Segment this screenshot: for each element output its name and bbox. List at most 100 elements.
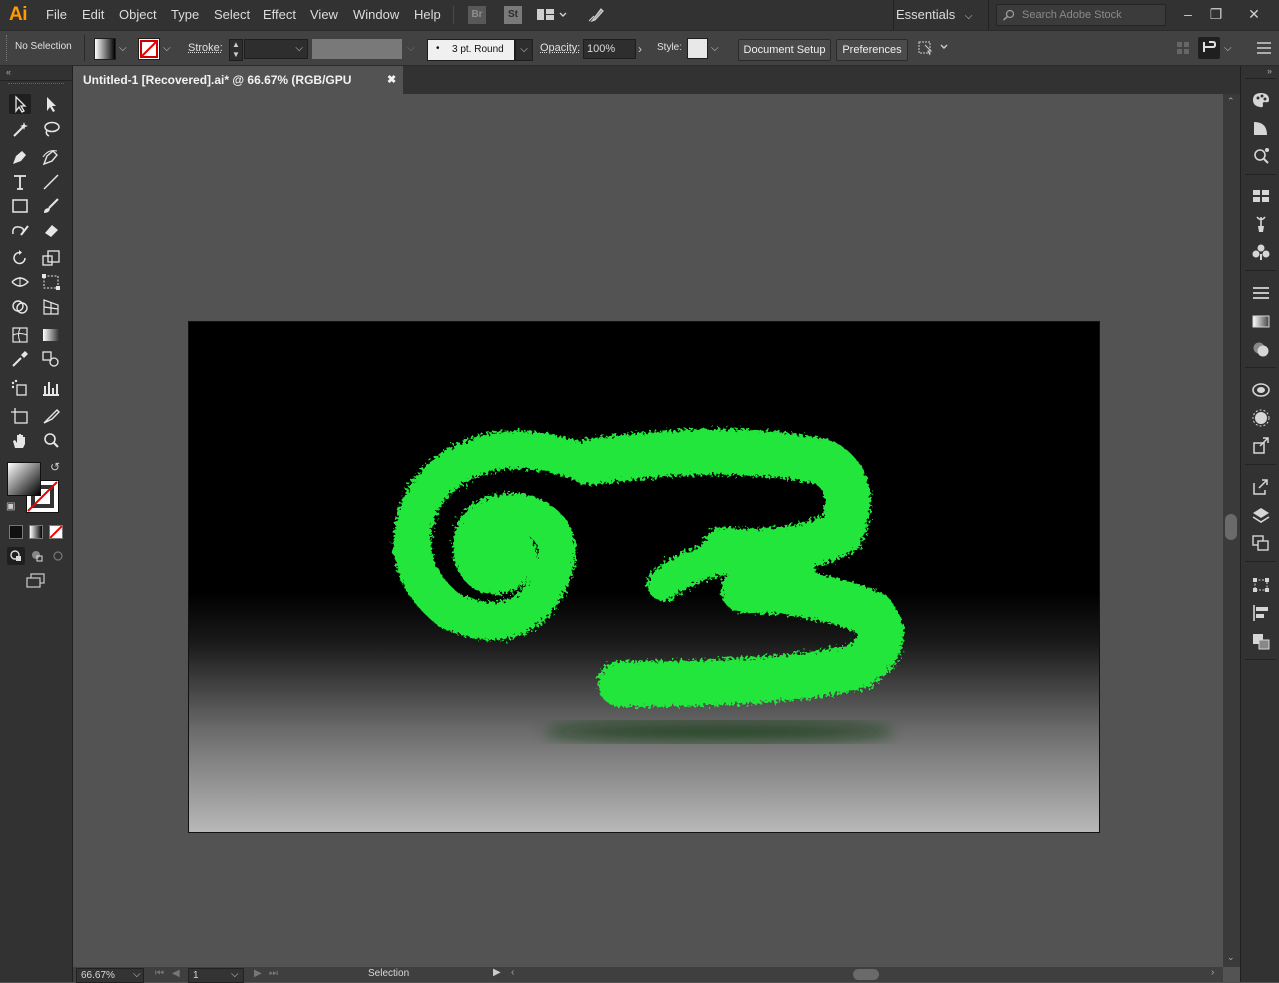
- menu-view[interactable]: View: [310, 7, 338, 22]
- graphic-style-swatch[interactable]: [687, 38, 708, 59]
- layers-panel-button[interactable]: [1250, 505, 1272, 525]
- menu-select[interactable]: Select: [214, 7, 250, 22]
- shape-builder-tool[interactable]: [9, 297, 31, 317]
- draw-normal-button[interactable]: [7, 547, 25, 565]
- zoom-level-field[interactable]: 66.67% ⌵: [76, 968, 144, 983]
- scroll-left-icon[interactable]: ‹: [511, 967, 514, 978]
- width-tool[interactable]: [9, 272, 31, 292]
- selection-tools-button[interactable]: [916, 39, 950, 57]
- pathfinder-panel-button[interactable]: [1250, 631, 1272, 651]
- transparency-panel-button[interactable]: [1250, 339, 1272, 359]
- close-button[interactable]: ✕: [1242, 3, 1266, 25]
- snap-button[interactable]: [1198, 37, 1220, 59]
- brush-definition[interactable]: • 3 pt. Round: [427, 39, 515, 61]
- gradient-mode-button[interactable]: [29, 525, 43, 539]
- close-tab-icon[interactable]: ✖: [387, 66, 396, 94]
- menu-file[interactable]: File: [46, 7, 67, 22]
- scroll-right-icon[interactable]: ›: [1211, 967, 1214, 978]
- variable-width-profile[interactable]: [312, 39, 402, 59]
- direct-selection-tool[interactable]: [40, 94, 62, 114]
- symbols-panel-button[interactable]: [1250, 242, 1272, 262]
- canvas[interactable]: [73, 94, 1223, 967]
- document-tab[interactable]: Untitled-1 [Recovered].ai* @ 66.67% (RGB…: [73, 66, 403, 94]
- brushes-panel-button[interactable]: [1250, 214, 1272, 234]
- line-segment-tool[interactable]: [40, 172, 62, 192]
- align-panel-button[interactable]: [1250, 603, 1272, 623]
- next-artboard-icon[interactable]: ▶: [254, 968, 262, 979]
- paintbrush-tool[interactable]: [40, 196, 62, 216]
- restore-button[interactable]: ❐: [1204, 3, 1228, 25]
- brush-dropdown[interactable]: ⌵: [515, 39, 533, 61]
- pen-tool[interactable]: [9, 147, 31, 167]
- none-mode-button[interactable]: [49, 525, 63, 539]
- color-guide-panel-button[interactable]: [1250, 118, 1272, 138]
- panel-menu-button[interactable]: [1253, 38, 1275, 58]
- gpu-performance-button[interactable]: [586, 6, 606, 24]
- rectangle-tool[interactable]: [9, 196, 31, 216]
- appearance-panel-button[interactable]: [1250, 380, 1272, 400]
- change-screen-mode-button[interactable]: [24, 572, 48, 590]
- scale-tool[interactable]: [40, 248, 62, 268]
- align-grid-icon[interactable]: [1176, 39, 1190, 57]
- artboard-tool[interactable]: [9, 406, 31, 426]
- selection-tool[interactable]: [9, 94, 31, 114]
- default-fill-stroke-icon[interactable]: ▣: [6, 501, 15, 512]
- graphic-styles-panel-button[interactable]: [1250, 408, 1272, 428]
- curvature-tool[interactable]: [40, 147, 62, 167]
- scroll-down-icon[interactable]: ⌄: [1227, 952, 1235, 963]
- stroke-weight-stepper[interactable]: ▲ ▼: [229, 39, 243, 61]
- lasso-tool[interactable]: [40, 119, 62, 139]
- artboard[interactable]: [188, 321, 1100, 833]
- opacity-label[interactable]: Opacity:: [540, 42, 580, 54]
- stock-button[interactable]: St: [504, 6, 522, 24]
- horizontal-scroll-thumb[interactable]: [853, 969, 879, 980]
- menu-window[interactable]: Window: [353, 7, 399, 22]
- transform-panel-button[interactable]: [1250, 575, 1272, 595]
- libraries-panel-button[interactable]: [1250, 146, 1272, 166]
- perspective-grid-tool[interactable]: [40, 297, 62, 317]
- draw-inside-button[interactable]: [49, 547, 67, 565]
- status-menu-icon[interactable]: ▶: [493, 967, 501, 978]
- grip-handle[interactable]: [6, 35, 10, 61]
- chevron-down-icon[interactable]: ⌵: [711, 43, 719, 54]
- swatches-panel-button[interactable]: [1250, 186, 1272, 206]
- color-panel-button[interactable]: [1250, 90, 1272, 110]
- chevron-down-icon[interactable]: ⌵: [407, 43, 415, 54]
- slice-tool[interactable]: [40, 406, 62, 426]
- stroke-panel-button[interactable]: [1250, 283, 1272, 303]
- stroke-label[interactable]: Stroke:: [188, 42, 223, 54]
- fill-swatch[interactable]: [94, 38, 116, 60]
- last-artboard-icon[interactable]: ⏭: [269, 968, 278, 979]
- menu-type[interactable]: Type: [171, 7, 199, 22]
- grip-handle[interactable]: [8, 83, 64, 88]
- menu-help[interactable]: Help: [414, 7, 441, 22]
- mesh-tool[interactable]: [9, 325, 31, 345]
- gradient-tool[interactable]: [40, 325, 62, 345]
- document-setup-button[interactable]: Document Setup: [738, 39, 831, 61]
- menu-object[interactable]: Object: [119, 7, 157, 22]
- first-artboard-icon[interactable]: ⏮: [155, 968, 164, 979]
- vertical-scroll-thumb[interactable]: [1225, 514, 1237, 540]
- scroll-up-icon[interactable]: ⌃: [1227, 96, 1235, 107]
- artboards-panel-button[interactable]: [1250, 533, 1272, 553]
- minimize-button[interactable]: –: [1176, 3, 1200, 25]
- color-mode-button[interactable]: [9, 525, 23, 539]
- menu-effect[interactable]: Effect: [263, 7, 296, 22]
- free-transform-tool[interactable]: [40, 272, 62, 292]
- zoom-tool[interactable]: [40, 431, 62, 451]
- magic-wand-tool[interactable]: [9, 119, 31, 139]
- eraser-tool[interactable]: [40, 220, 62, 240]
- menu-edit[interactable]: Edit: [82, 7, 104, 22]
- draw-behind-button[interactable]: [28, 547, 46, 565]
- gradient-panel-button[interactable]: [1250, 311, 1272, 331]
- chevron-down-icon[interactable]: ⌵: [119, 43, 127, 54]
- hand-tool[interactable]: [9, 431, 31, 451]
- arrange-documents-button[interactable]: [537, 7, 567, 23]
- type-tool[interactable]: [9, 172, 31, 192]
- shaper-tool[interactable]: [9, 220, 31, 240]
- eyedropper-tool[interactable]: [9, 349, 31, 369]
- blend-tool[interactable]: [40, 349, 62, 369]
- export-panel-button[interactable]: [1250, 477, 1272, 497]
- workspace-switcher[interactable]: Essentials ⌵: [896, 7, 972, 22]
- rotate-tool[interactable]: [9, 248, 31, 268]
